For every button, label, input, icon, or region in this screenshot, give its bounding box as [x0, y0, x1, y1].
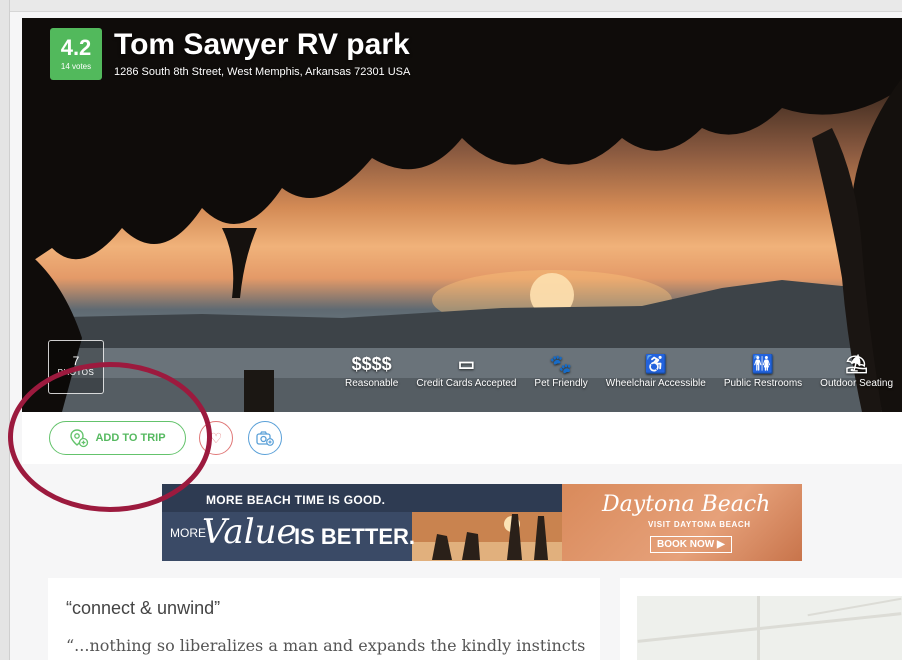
- park-address[interactable]: 1286 South 8th Street, West Memphis, Ark…: [114, 66, 410, 78]
- ad-visit-text: VISIT DAYTONA BEACH: [648, 520, 751, 529]
- amenity-label: Pet Friendly: [534, 378, 588, 389]
- wheelchair-icon: ♿: [644, 354, 667, 374]
- amenity-label: Public Restrooms: [723, 378, 803, 389]
- ad-headline: MORE BEACH TIME IS GOOD.: [206, 493, 386, 507]
- review-title: “connect & unwind”: [66, 598, 221, 618]
- price-icon: $$$$: [351, 354, 392, 374]
- credit-card-icon: ▭: [457, 354, 475, 374]
- ad-better-text: IS BETTER.: [294, 524, 416, 549]
- amenity-label: Outdoor Seating: [820, 378, 893, 389]
- map-card: [620, 578, 902, 660]
- amenity-credit-cards: ▭ Credit Cards Accepted: [407, 352, 525, 389]
- window-top-border: [0, 0, 902, 12]
- vote-count: 14 votes: [60, 62, 92, 71]
- umbrella-table-icon: ⛱: [845, 354, 869, 374]
- amenity-label: Credit Cards Accepted: [416, 378, 517, 389]
- add-to-trip-button[interactable]: ADD TO TRIP: [49, 421, 186, 455]
- action-row: ADD TO TRIP ♡: [22, 412, 902, 464]
- advertisement-banner[interactable]: MORE BEACH TIME IS GOOD. MORE Value IS B…: [162, 484, 802, 561]
- hero-photo[interactable]: 4.2 14 votes Tom Sawyer RV park 1286 Sou…: [22, 18, 902, 412]
- amenity-price: $$$$ Reasonable: [336, 352, 407, 389]
- amenity-label: Reasonable: [344, 378, 399, 389]
- ad-right-panel: Daytona Beach VISIT DAYTONA BEACH BOOK N…: [562, 484, 802, 561]
- window-left-border: [0, 0, 10, 660]
- paw-icon: 🐾: [549, 354, 573, 374]
- amenity-pet-friendly: 🐾 Pet Friendly: [525, 352, 596, 389]
- restroom-icon: 🚻: [751, 354, 775, 374]
- review-excerpt: “...nothing so liberalizes a man and exp…: [66, 636, 586, 655]
- ad-left-panel: MORE BEACH TIME IS GOOD. MORE Value IS B…: [162, 484, 562, 561]
- daytona-beach-logo: Daytona Beach: [602, 492, 771, 517]
- add-to-trip-label: ADD TO TRIP: [95, 432, 166, 444]
- favorite-button[interactable]: ♡: [199, 421, 233, 455]
- review-card: “connect & unwind” “...nothing so libera…: [48, 578, 600, 660]
- ad-more-text: MORE: [170, 526, 206, 540]
- photos-label: PHOTOS: [57, 368, 95, 377]
- page-title: Tom Sawyer RV park: [114, 28, 410, 61]
- heart-icon: ♡: [209, 429, 223, 446]
- amenity-wheelchair: ♿ Wheelchair Accessible: [597, 352, 715, 389]
- camera-plus-icon: [256, 431, 274, 446]
- add-photo-button[interactable]: [248, 421, 282, 455]
- amenity-outdoor-seating: ⛱ Outdoor Seating: [811, 352, 902, 389]
- amenity-label: Wheelchair Accessible: [605, 378, 706, 389]
- amenity-restrooms: 🚻 Public Restrooms: [715, 352, 811, 389]
- amenities-bar: $$$$ Reasonable ▭ Credit Cards Accepted …: [336, 352, 902, 389]
- map-pin-plus-icon: [70, 429, 89, 448]
- book-now-button[interactable]: BOOK NOW ▶: [650, 536, 732, 553]
- rating-value: 4.2: [60, 35, 92, 60]
- ad-value-text: Value: [202, 512, 297, 552]
- photo-count: 7: [72, 354, 80, 368]
- page: 4.2 14 votes Tom Sawyer RV park 1286 Sou…: [0, 0, 902, 660]
- photos-button[interactable]: 7 PHOTOS: [48, 340, 104, 394]
- rating-badge: 4.2 14 votes: [50, 28, 102, 80]
- location-map[interactable]: [637, 596, 902, 660]
